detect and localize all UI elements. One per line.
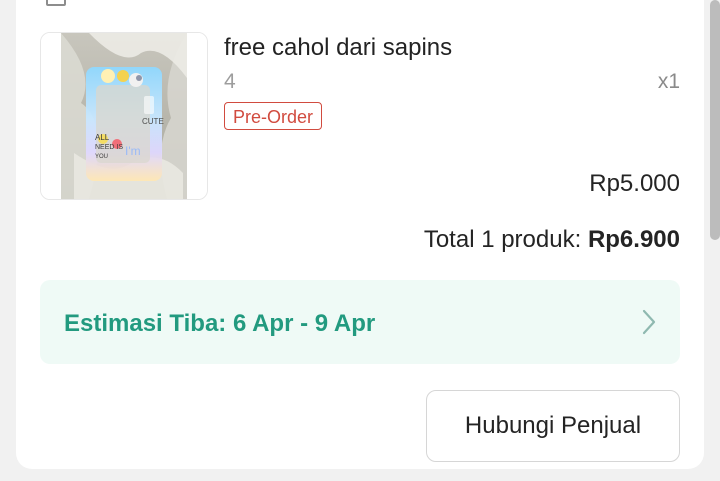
product-image: ALL NEED IS YOU I'm CUTE — [41, 33, 207, 199]
delivery-estimate-row[interactable]: Estimasi Tiba: 6 Apr - 9 Apr — [40, 280, 680, 364]
svg-text:I'm: I'm — [125, 144, 141, 158]
svg-text:YOU: YOU — [95, 154, 108, 160]
page-scrollbar[interactable] — [710, 0, 720, 240]
product-name[interactable]: free cahol dari sapins — [224, 34, 452, 62]
preorder-badge: Pre-Order — [224, 102, 323, 130]
order-card: ALL NEED IS YOU I'm CUTE free cahol dari… — [16, 0, 704, 469]
svg-text:ALL: ALL — [95, 133, 110, 142]
contact-seller-button[interactable]: Hubungi Penjual — [426, 390, 680, 462]
svg-text:NEED IS: NEED IS — [95, 144, 123, 151]
total-amount: Rp6.900 — [587, 226, 680, 253]
product-variant: 4 — [224, 70, 236, 93]
product-thumbnail[interactable]: ALL NEED IS YOU I'm CUTE — [40, 32, 208, 200]
product-price: Rp5.000 — [589, 170, 680, 197]
checkbox-icon[interactable] — [46, 0, 66, 6]
chevron-right-icon — [642, 309, 656, 335]
svg-text:CUTE: CUTE — [142, 117, 164, 126]
delivery-estimate-text: Estimasi Tiba: 6 Apr - 9 Apr — [64, 310, 376, 337]
total-label: Total 1 produk: — [423, 226, 588, 253]
product-quantity: x1 — [657, 70, 680, 93]
order-total: Total 1 produk: Rp6.900 — [424, 226, 680, 254]
